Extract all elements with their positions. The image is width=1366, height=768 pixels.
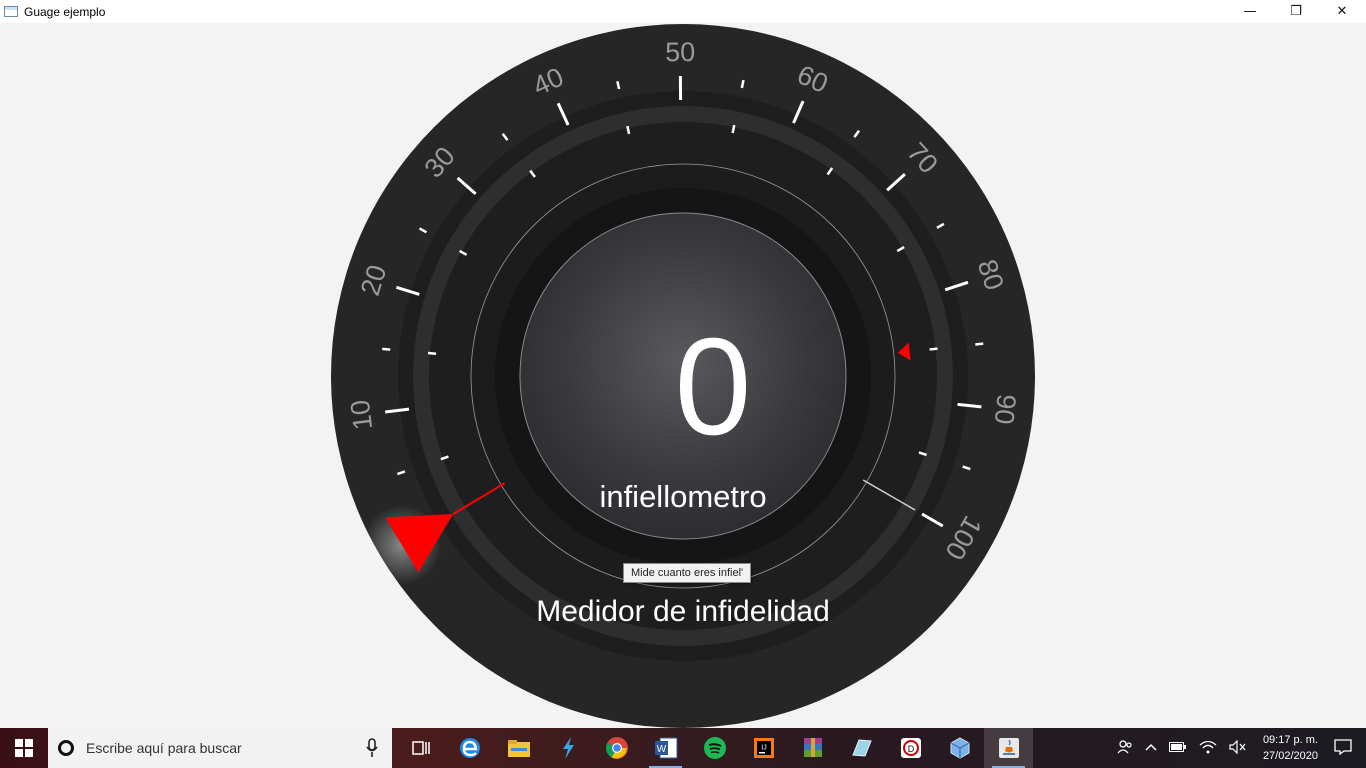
task-view-button[interactable] <box>396 728 445 768</box>
window-title: Guage ejemplo <box>24 4 106 19</box>
system-tray: 09:17 p. m. 27/02/2020 <box>1111 728 1366 768</box>
virtualbox-button[interactable] <box>935 728 984 768</box>
inner-minor-tick <box>626 125 631 135</box>
java-icon <box>998 738 1019 758</box>
edge-button[interactable] <box>445 728 494 768</box>
word-button[interactable]: W <box>641 728 690 768</box>
java-app-button[interactable] <box>984 728 1033 768</box>
gauge-tooltip: Mide cuanto eres infiel' <box>623 563 752 583</box>
wifi-button[interactable] <box>1199 740 1217 757</box>
restore-button[interactable]: ❐ <box>1273 0 1319 23</box>
volume-muted-icon <box>1229 739 1246 754</box>
minimize-button[interactable]: — <box>1227 0 1273 23</box>
minor-tick <box>616 80 621 90</box>
intellij-button[interactable]: IJ <box>739 728 788 768</box>
clock-date: 27/02/2020 <box>1262 750 1318 762</box>
battery-icon <box>1168 742 1186 752</box>
gauge[interactable]: 102030405060708090100 0 infiellometro Me… <box>0 23 1366 728</box>
notepad-button[interactable] <box>837 728 886 768</box>
spotify-icon <box>703 737 726 759</box>
gauge-unit-label: infiellometro <box>599 479 766 514</box>
svg-text:IJ: IJ <box>761 745 766 752</box>
intellij-icon: IJ <box>753 738 774 758</box>
gauge-value: 0 <box>675 310 752 464</box>
file-explorer-icon <box>507 740 530 757</box>
windows-logo-icon <box>15 739 33 757</box>
winrar-icon <box>803 738 822 757</box>
task-view-icon <box>411 741 430 755</box>
word-icon: W <box>654 737 677 759</box>
people-icon <box>1117 739 1132 753</box>
volume-button[interactable] <box>1229 739 1247 757</box>
start-button[interactable] <box>0 728 48 768</box>
search-placeholder: Escribe aquí para buscar <box>86 740 242 756</box>
notification-icon <box>1334 738 1352 755</box>
spotify-button[interactable] <box>690 728 739 768</box>
close-button[interactable]: ✕ <box>1319 0 1365 23</box>
tick-label: 90 <box>989 393 1022 426</box>
inner-minor-tick <box>427 351 437 355</box>
wifi-icon <box>1199 740 1217 753</box>
cmd-icon: D <box>900 738 921 758</box>
taskbar-search[interactable]: Escribe aquí para buscar <box>48 728 392 768</box>
app-window-icon <box>4 6 18 17</box>
tick-label: 10 <box>345 398 378 431</box>
clock-time: 09:17 p. m. <box>1262 734 1318 746</box>
svg-text:D: D <box>907 744 914 754</box>
taskbar: Escribe aquí para buscar W IJ D 09:17 p.… <box>0 728 1366 768</box>
cortana-icon <box>58 740 74 756</box>
inner-minor-tick <box>731 124 736 134</box>
tick-label: 50 <box>665 37 695 67</box>
minor-tick <box>382 347 391 351</box>
inner-minor-tick <box>929 347 938 351</box>
edge-icon <box>459 738 480 758</box>
cmd-button[interactable]: D <box>886 728 935 768</box>
battery-button[interactable] <box>1168 741 1187 755</box>
show-hidden-icons-button[interactable] <box>1145 741 1157 755</box>
gauge-area: 10 20 30 40 50 60 70 80 90 100 0 infiellometro Me… <box>0 23 1366 728</box>
window-titlebar: Guage ejemplo — ❐ ✕ <box>0 0 1366 23</box>
file-explorer-button[interactable] <box>494 728 543 768</box>
taskbar-clock[interactable]: 09:17 p. m. 27/02/2020 <box>1263 732 1318 764</box>
notepad-icon <box>851 739 872 757</box>
virtualbox-icon <box>950 737 969 759</box>
chevron-up-icon <box>1145 743 1157 751</box>
vscode-button[interactable] <box>543 728 592 768</box>
minor-tick <box>740 79 745 89</box>
winrar-button[interactable] <box>788 728 837 768</box>
chrome-icon <box>605 737 628 759</box>
visual-studio-code-icon <box>562 737 574 759</box>
chrome-button[interactable] <box>592 728 641 768</box>
microphone-icon[interactable] <box>366 738 378 758</box>
people-button[interactable] <box>1117 739 1133 758</box>
svg-text:W: W <box>656 744 666 755</box>
action-center-button[interactable] <box>1334 738 1352 758</box>
gauge-title: Medidor de infidelidad <box>536 595 830 628</box>
minor-tick <box>975 342 984 346</box>
